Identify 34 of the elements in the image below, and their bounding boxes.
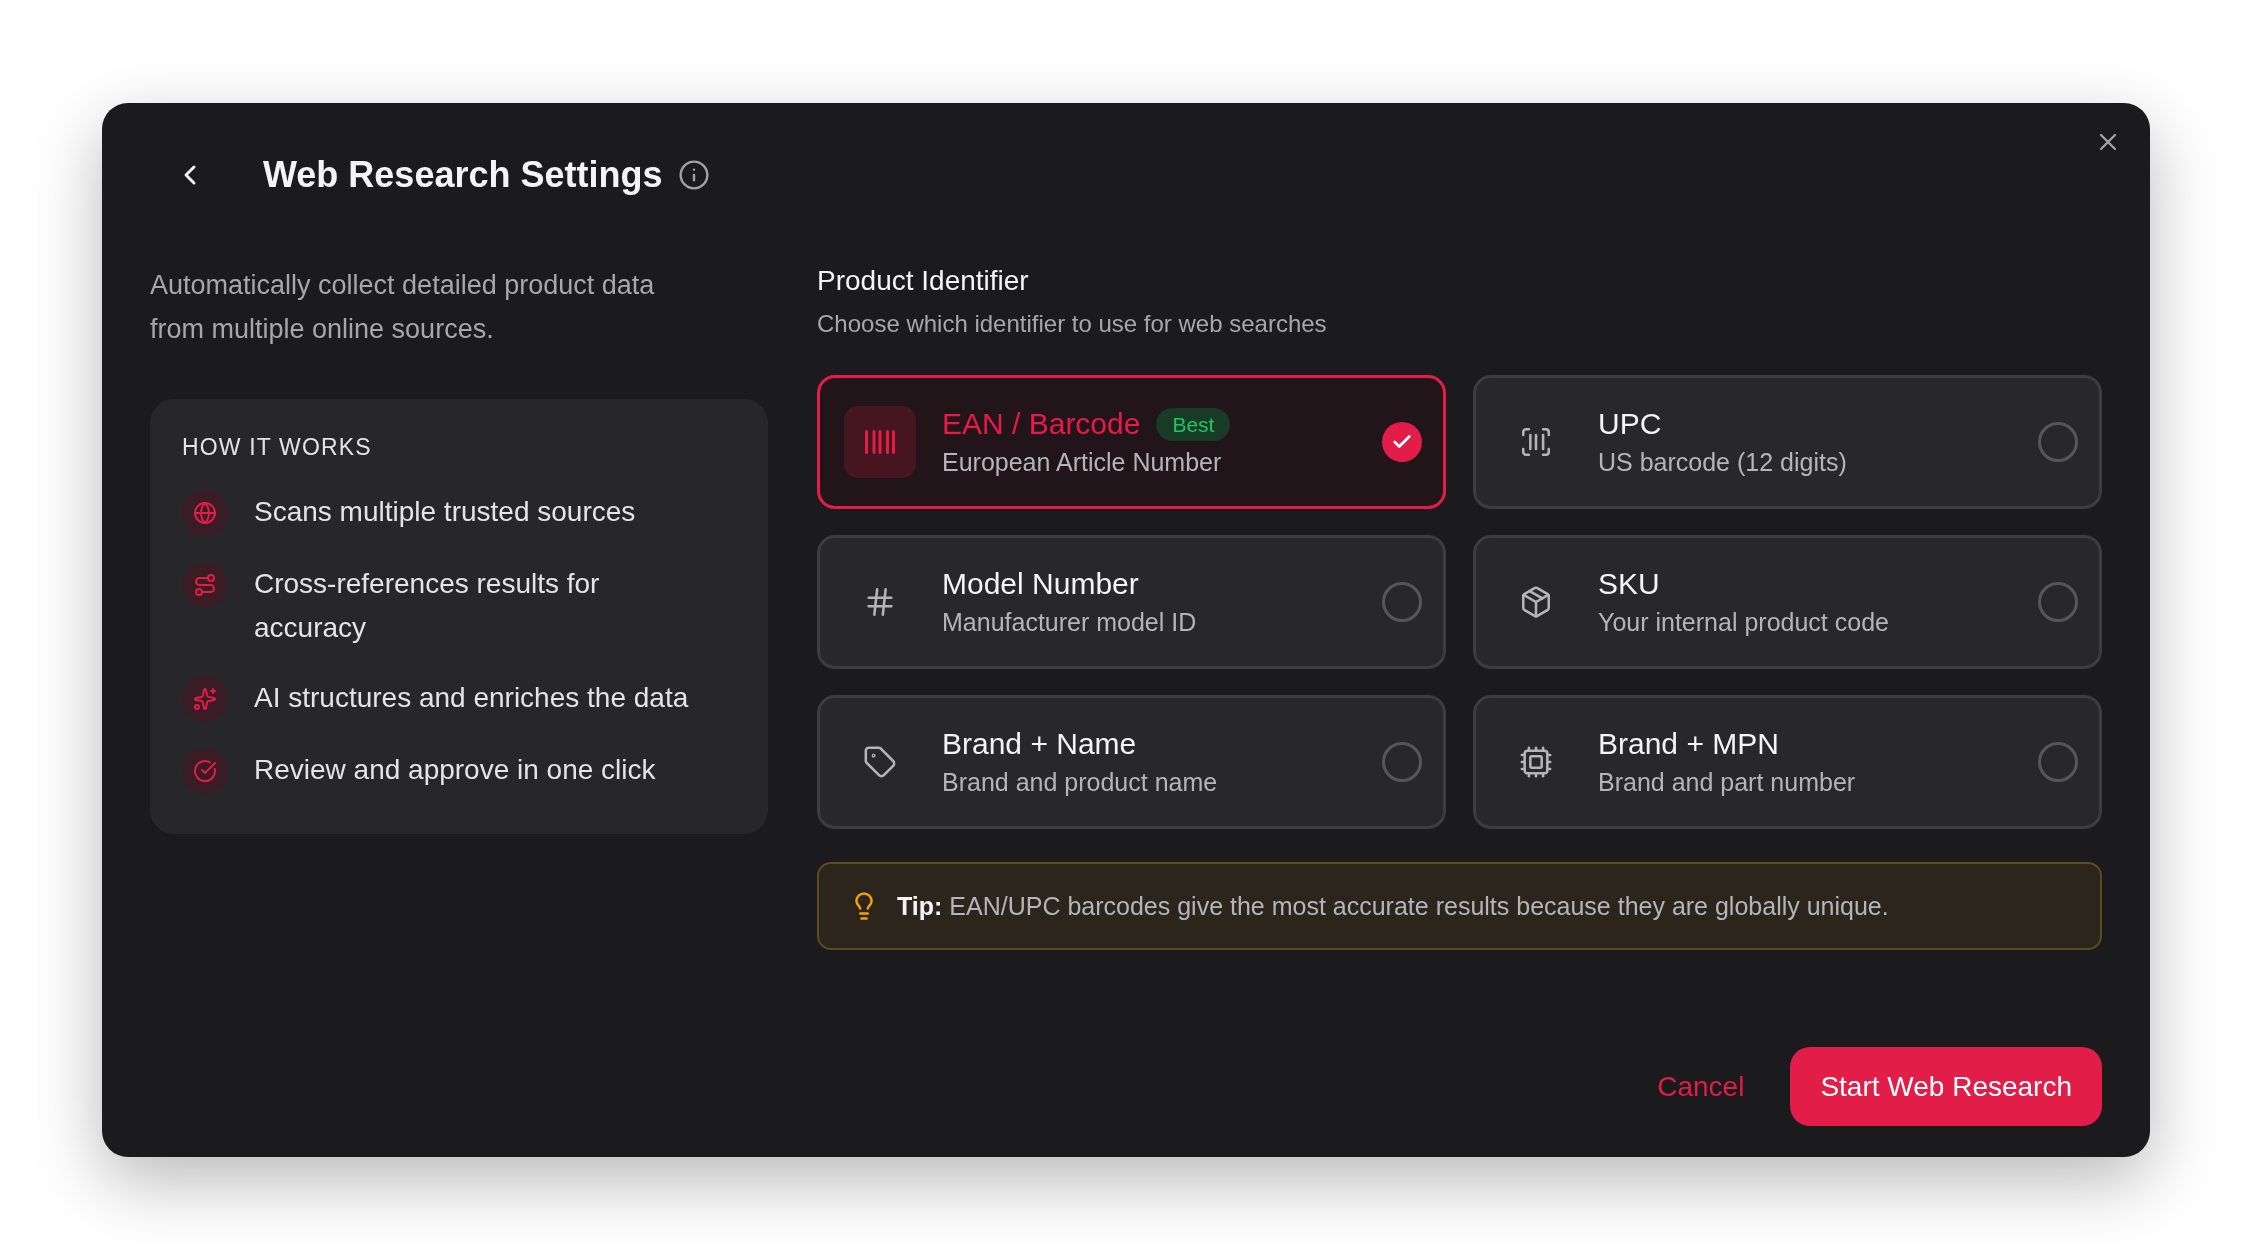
- sparkles-icon: [182, 676, 228, 722]
- route-icon: [182, 562, 228, 608]
- identifier-option-card[interactable]: SKU Your internal product code: [1473, 535, 2102, 669]
- tip-text: Tip: EAN/UPC barcodes give the most accurate results because they are globally unique.: [897, 891, 1889, 922]
- box-icon: [1519, 585, 1553, 619]
- identifier-option-card[interactable]: UPC US barcode (12 digits): [1473, 375, 2102, 509]
- cancel-button[interactable]: Cancel: [1651, 1047, 1751, 1126]
- radio-button[interactable]: [2038, 582, 2078, 622]
- start-research-button[interactable]: Start Web Research: [1790, 1047, 2102, 1126]
- barcode-icon: [844, 406, 916, 478]
- identifier-option-card[interactable]: Model Number Manufacturer model ID: [817, 535, 1446, 669]
- dialog-title: Web Research Settings: [263, 153, 663, 197]
- radio-button[interactable]: [2038, 422, 2078, 462]
- identifier-option-card[interactable]: Brand + MPN Brand and part number: [1473, 695, 2102, 829]
- section-title: Product Identifier: [817, 264, 1030, 298]
- panel-heading: HOW IT WORKS: [182, 433, 373, 461]
- identifier-option-card[interactable]: Brand + Name Brand and product name: [817, 695, 1446, 829]
- step-text: Cross-references results for accuracy: [254, 567, 601, 645]
- radio-button[interactable]: [1382, 582, 1422, 622]
- scan-barcode-icon: [1519, 425, 1553, 459]
- radio-button[interactable]: [1382, 742, 1422, 782]
- radio-button[interactable]: [1382, 422, 1422, 462]
- step-text: Scans multiple trusted sources: [254, 495, 636, 529]
- intro-text: Automatically collect detailed product data from multiple online sources.: [150, 269, 656, 346]
- step-text: Review and approve in one click: [254, 753, 656, 787]
- recommendation-badge: Best: [1156, 407, 1231, 441]
- chip-icon: [1519, 745, 1553, 779]
- globe-icon: [182, 490, 228, 536]
- radio-button[interactable]: [2038, 742, 2078, 782]
- identifier-option-card[interactable]: EAN / Barcode Best European Article Number: [817, 375, 1446, 509]
- step-text: AI structures and enriches the data: [254, 681, 689, 715]
- tag-icon: [863, 745, 897, 779]
- info-icon: [678, 159, 711, 191]
- section-subtitle: Choose which identifier to use for web searches: [817, 309, 1328, 339]
